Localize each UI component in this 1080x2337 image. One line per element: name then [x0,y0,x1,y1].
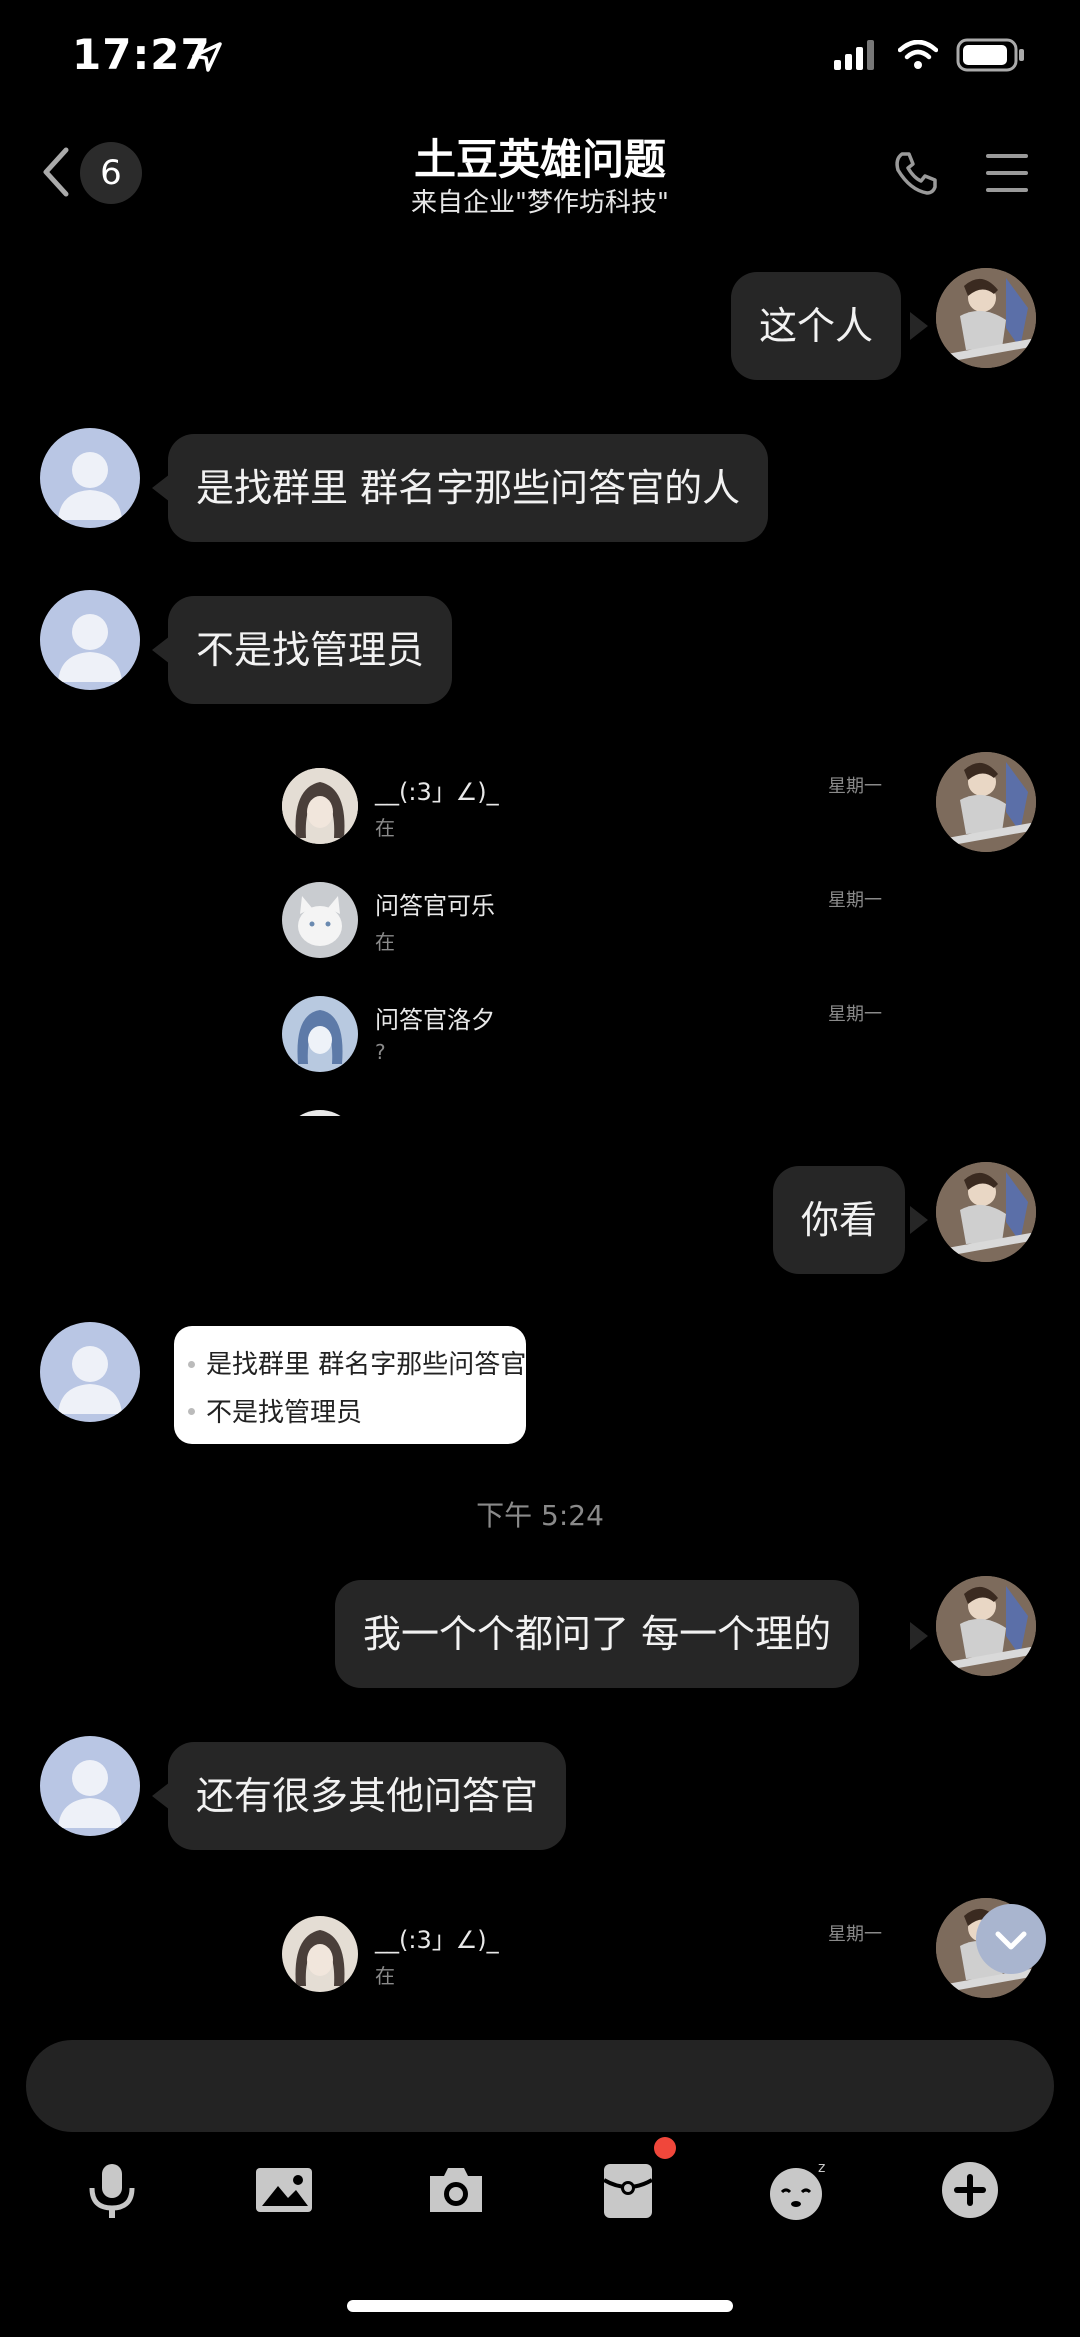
contact-name: __(:3」∠)_ [375,1926,499,1954]
person-icon [936,268,1036,368]
anime-character-icon [282,996,358,1072]
girl-portrait-icon [282,1916,358,1992]
contact-avatar[interactable] [40,1736,140,1836]
phone-icon[interactable] [890,148,940,198]
contact-name: __(:3」∠)_ [375,778,499,806]
contact-avatar[interactable] [40,590,140,690]
quoted-messages-image[interactable]: 是找群里 群名字那些问答官 不是找管理员 [174,1326,526,1444]
notification-dot [654,2137,676,2159]
message-preview: 在 [375,930,395,954]
message-time: 星期一 [828,1924,882,1945]
default-person-icon [58,1760,122,1828]
contact-name: 问答官可乐 [375,892,495,920]
bullet-dot [188,1408,195,1415]
my-avatar[interactable] [936,1576,1036,1676]
avatar [282,768,358,844]
my-avatar[interactable] [936,752,1036,852]
contact-avatar[interactable] [40,428,140,528]
default-person-icon [58,1346,122,1414]
message-bubble[interactable]: 这个人 [731,272,902,380]
person-icon [936,1576,1036,1676]
message-bubble[interactable]: 你看 [773,1166,906,1274]
cellular-signal-icon [834,40,874,70]
message-bubble[interactable]: 我一个个都问了 每一个理的 [335,1580,860,1688]
status-bar: 17:27 [0,0,1080,120]
message-bubble[interactable]: 是找群里 群名字那些问答官的人 [168,434,769,542]
wifi-icon [898,40,938,69]
bullet-dot [188,1361,195,1368]
home-indicator [347,2300,733,2312]
camera-icon[interactable] [424,2158,488,2222]
my-avatar[interactable] [936,1162,1036,1262]
person-icon [936,752,1036,852]
plus-icon[interactable] [938,2158,1002,2222]
message-preview: ? [375,1040,386,1064]
microphone-icon[interactable] [80,2158,144,2222]
message-time: 星期一 [828,776,882,797]
list-item: __(:3」∠)_ 在 星期一 [260,768,920,878]
list-item: 问答官洛夕 ? 星期一 [260,996,920,1106]
partial-list-item [282,1110,358,1116]
avatar [282,882,358,958]
default-person-icon [58,452,122,520]
avatar [282,1916,358,1992]
menu-icon[interactable] [986,154,1028,192]
bubble-tail [910,1206,928,1234]
girl-portrait-icon [282,768,358,844]
timestamp-divider: 下午 5:24 [476,1499,604,1532]
contact-avatar[interactable] [40,1322,140,1422]
message-time: 星期一 [828,890,882,911]
message-preview: 在 [375,816,395,840]
shared-chat-list-image[interactable]: __(:3」∠)_ 在 星期一 [260,1908,920,2008]
bubble-tail [910,1622,928,1650]
my-avatar[interactable] [936,268,1036,368]
message-time: 星期一 [828,1004,882,1025]
quoted-line: 是找群里 群名字那些问答官 [206,1350,526,1380]
red-packet-icon[interactable] [596,2158,660,2222]
bubble-tail [910,312,928,340]
white-cat-icon [282,882,358,958]
default-person-icon [58,614,122,682]
shared-chat-list-image[interactable]: __(:3」∠)_ 在 星期一 问答官可乐 在 星期一 问答官洛夕 ? 星期一 [260,760,920,1116]
sleepy-emoji-icon[interactable]: z [766,2158,830,2222]
person-icon [936,1162,1036,1262]
avatar [282,996,358,1072]
battery-icon [956,38,1024,72]
list-item: __(:3」∠)_ 在 星期一 [260,1916,920,2008]
message-bubble[interactable]: 还有很多其他问答官 [168,1742,567,1850]
message-bubble[interactable]: 不是找管理员 [168,596,453,704]
quoted-line: 不是找管理员 [206,1398,363,1428]
scroll-to-bottom-button[interactable] [976,1904,1046,1974]
svg-text:z: z [818,2160,825,2176]
message-input[interactable] [26,2040,1054,2132]
message-preview: 在 [375,1964,395,1988]
contact-name: 问答官洛夕 [375,1006,495,1034]
image-icon[interactable] [252,2158,316,2222]
location-arrow-icon [192,42,222,72]
chevron-down-icon [995,1931,1027,1950]
list-item: 问答官可乐 在 星期一 [260,882,920,992]
